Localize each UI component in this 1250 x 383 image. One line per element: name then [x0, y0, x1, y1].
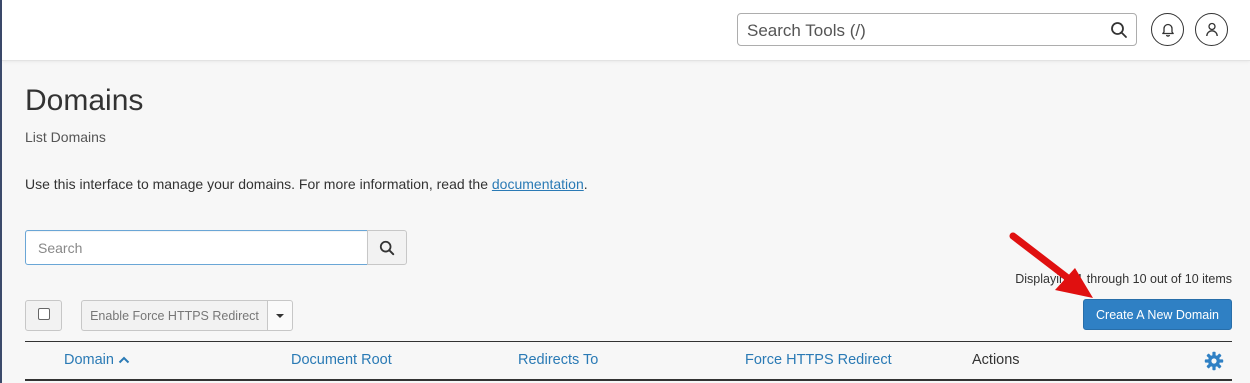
- page-title: Domains: [25, 84, 144, 117]
- gear-icon[interactable]: [1204, 351, 1224, 371]
- notifications-button[interactable]: [1151, 13, 1184, 46]
- intro-text-body: Use this interface to manage your domain…: [25, 176, 492, 192]
- tools-search-box[interactable]: [737, 13, 1137, 46]
- column-header-force-https[interactable]: Force HTTPS Redirect: [745, 352, 892, 368]
- search-icon[interactable]: [1110, 21, 1128, 39]
- domains-table-header: Domain Document Root Redirects To Force …: [25, 341, 1232, 381]
- user-menu-button[interactable]: [1195, 13, 1228, 46]
- enable-force-https-button[interactable]: Enable Force HTTPS Redirect: [81, 300, 267, 331]
- column-header-domain-label: Domain: [64, 352, 114, 368]
- select-all-checkbox-button[interactable]: [25, 300, 62, 331]
- intro-text-end: .: [583, 176, 588, 192]
- top-header: [2, 0, 1250, 61]
- intro-text: Use this interface to manage your domain…: [25, 176, 588, 192]
- domain-search-button[interactable]: [367, 230, 407, 265]
- select-all-checkbox[interactable]: [38, 308, 50, 320]
- column-header-actions: Actions: [972, 352, 1020, 368]
- column-header-domain[interactable]: Domain: [64, 352, 130, 368]
- create-domain-button[interactable]: Create A New Domain: [1083, 299, 1232, 330]
- column-header-document-root[interactable]: Document Root: [291, 352, 392, 368]
- bell-icon: [1161, 23, 1174, 37]
- tools-search-input[interactable]: [747, 21, 1107, 41]
- annotation-arrow-icon: [1009, 232, 1093, 298]
- sort-ascending-icon: [118, 356, 130, 364]
- documentation-link[interactable]: documentation: [492, 176, 584, 192]
- page-subtitle: List Domains: [25, 129, 106, 145]
- column-header-redirects-to[interactable]: Redirects To: [518, 352, 598, 368]
- domain-search-input[interactable]: [25, 230, 368, 265]
- force-https-dropdown-toggle[interactable]: [267, 300, 293, 331]
- search-icon: [379, 240, 395, 255]
- caret-down-icon: [276, 313, 284, 318]
- domain-search-group: [25, 230, 407, 265]
- pagination-summary: Displaying 1 through 10 out of 10 items: [1015, 272, 1232, 286]
- user-icon: [1205, 22, 1218, 37]
